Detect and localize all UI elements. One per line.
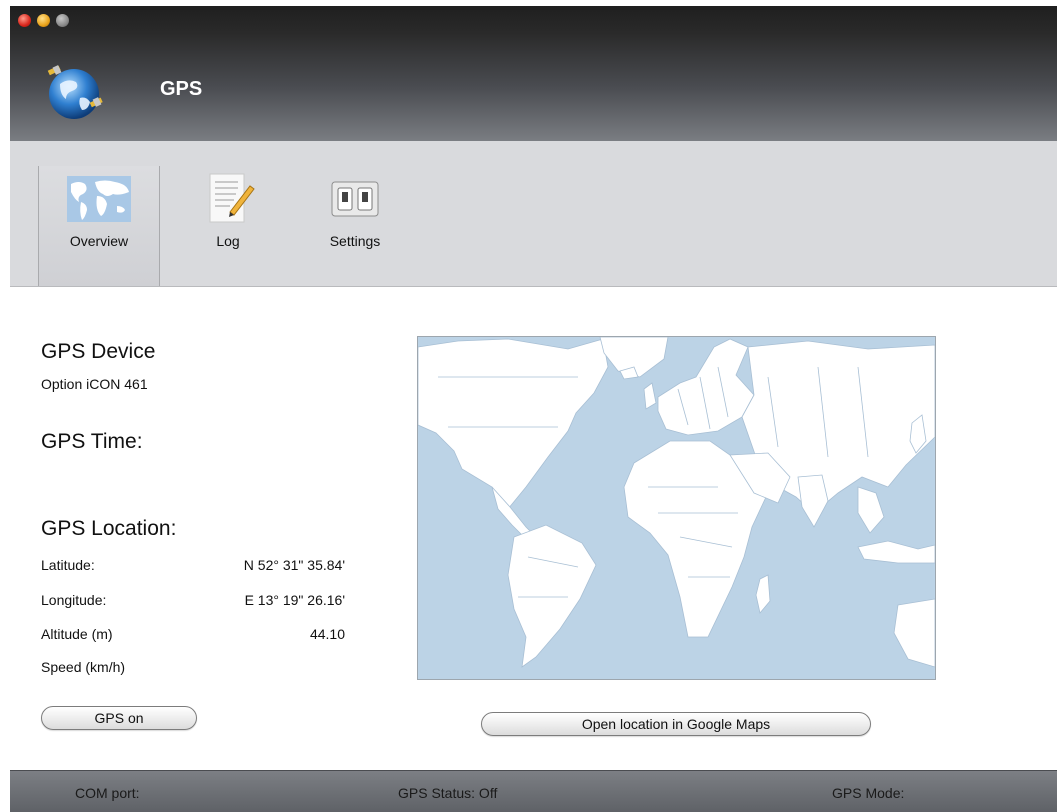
toolbar: Overview Log Settings — [10, 141, 1057, 287]
app-window: GPS Overview Log Settings GPS Device Opt… — [10, 6, 1057, 812]
gps-time-heading: GPS Time: — [41, 430, 143, 453]
gps-on-button[interactable]: GPS on — [41, 706, 197, 730]
window-controls — [18, 14, 69, 27]
longitude-value: E 13° 19" 26.16' — [244, 592, 345, 608]
open-google-maps-button[interactable]: Open location in Google Maps — [481, 712, 871, 736]
gps-mode-status: GPS Mode: — [832, 785, 905, 801]
title-bar: GPS — [10, 6, 1057, 141]
close-button[interactable] — [18, 14, 31, 27]
gps-location-heading: GPS Location: — [41, 517, 177, 540]
zoom-button[interactable] — [56, 14, 69, 27]
com-port-status: COM port: — [75, 785, 140, 801]
gps-device-heading: GPS Device — [41, 340, 156, 363]
gps-globe-icon — [47, 65, 103, 119]
tab-label: Log — [216, 233, 240, 249]
tab-log[interactable]: Log — [168, 166, 288, 286]
app-title: GPS — [160, 78, 203, 100]
latitude-label: Latitude: — [41, 557, 95, 573]
gps-device-name: Option iCON 461 — [41, 376, 148, 392]
longitude-label: Longitude: — [41, 592, 107, 608]
minimize-button[interactable] — [37, 14, 50, 27]
tab-settings[interactable]: Settings — [295, 166, 415, 286]
tab-overview[interactable]: Overview — [38, 166, 160, 286]
world-map-image — [418, 337, 935, 679]
gps-status: GPS Status: Off — [398, 785, 498, 801]
speed-label: Speed (km/h) — [41, 659, 126, 675]
altitude-label: Altitude (m) — [41, 626, 113, 642]
log-document-icon — [195, 173, 261, 224]
latitude-value: N 52° 31" 35.84' — [243, 557, 345, 573]
tab-label: Overview — [69, 233, 129, 249]
status-bar: COM port: GPS Status: Off GPS Mode: — [10, 770, 1057, 812]
tab-label: Settings — [329, 233, 381, 249]
switches-icon — [322, 174, 388, 224]
altitude-value: 44.10 — [309, 626, 345, 642]
world-map[interactable] — [417, 336, 936, 680]
world-map-icon — [66, 174, 132, 224]
